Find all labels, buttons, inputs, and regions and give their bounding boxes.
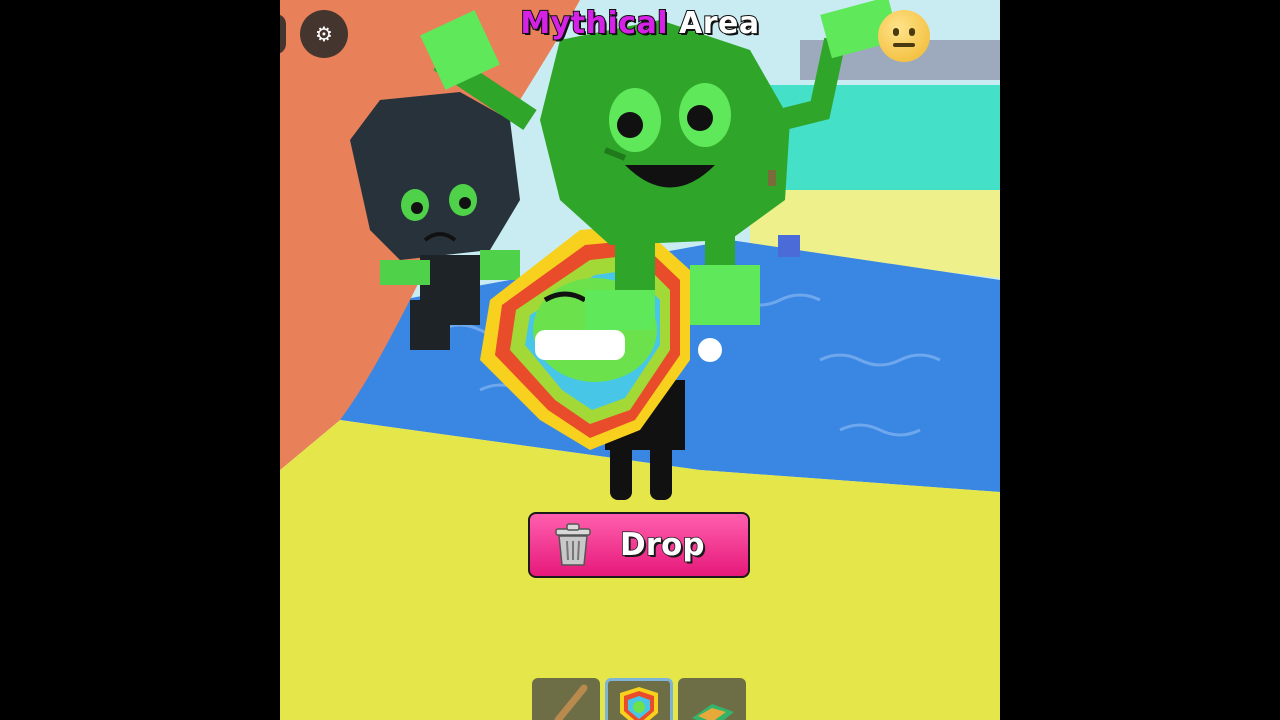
drop-button[interactable]: Drop xyxy=(528,512,750,578)
drop-button-label: Drop xyxy=(619,526,705,564)
rainbow-block-icon xyxy=(692,704,734,720)
bat-tool-icon xyxy=(554,684,588,720)
trash-can-icon xyxy=(555,523,591,566)
area-name: Mythical xyxy=(519,5,669,42)
hotbar-slot-3[interactable] xyxy=(678,678,746,720)
hotbar xyxy=(532,678,746,720)
neutral-face-emoji-icon[interactable] xyxy=(878,10,930,62)
distant-npc xyxy=(778,235,800,257)
hotbar-slot-1[interactable] xyxy=(532,678,600,720)
game-viewport[interactable]: ⚙ Mythical Area Drop xyxy=(280,0,1000,720)
distant-npc xyxy=(768,170,776,186)
area-label: Area xyxy=(678,5,760,42)
rainbow-shield-icon xyxy=(620,687,658,720)
far-water xyxy=(760,85,1000,200)
game-scene[interactable] xyxy=(280,0,1000,720)
hotbar-slot-2[interactable] xyxy=(605,678,673,720)
